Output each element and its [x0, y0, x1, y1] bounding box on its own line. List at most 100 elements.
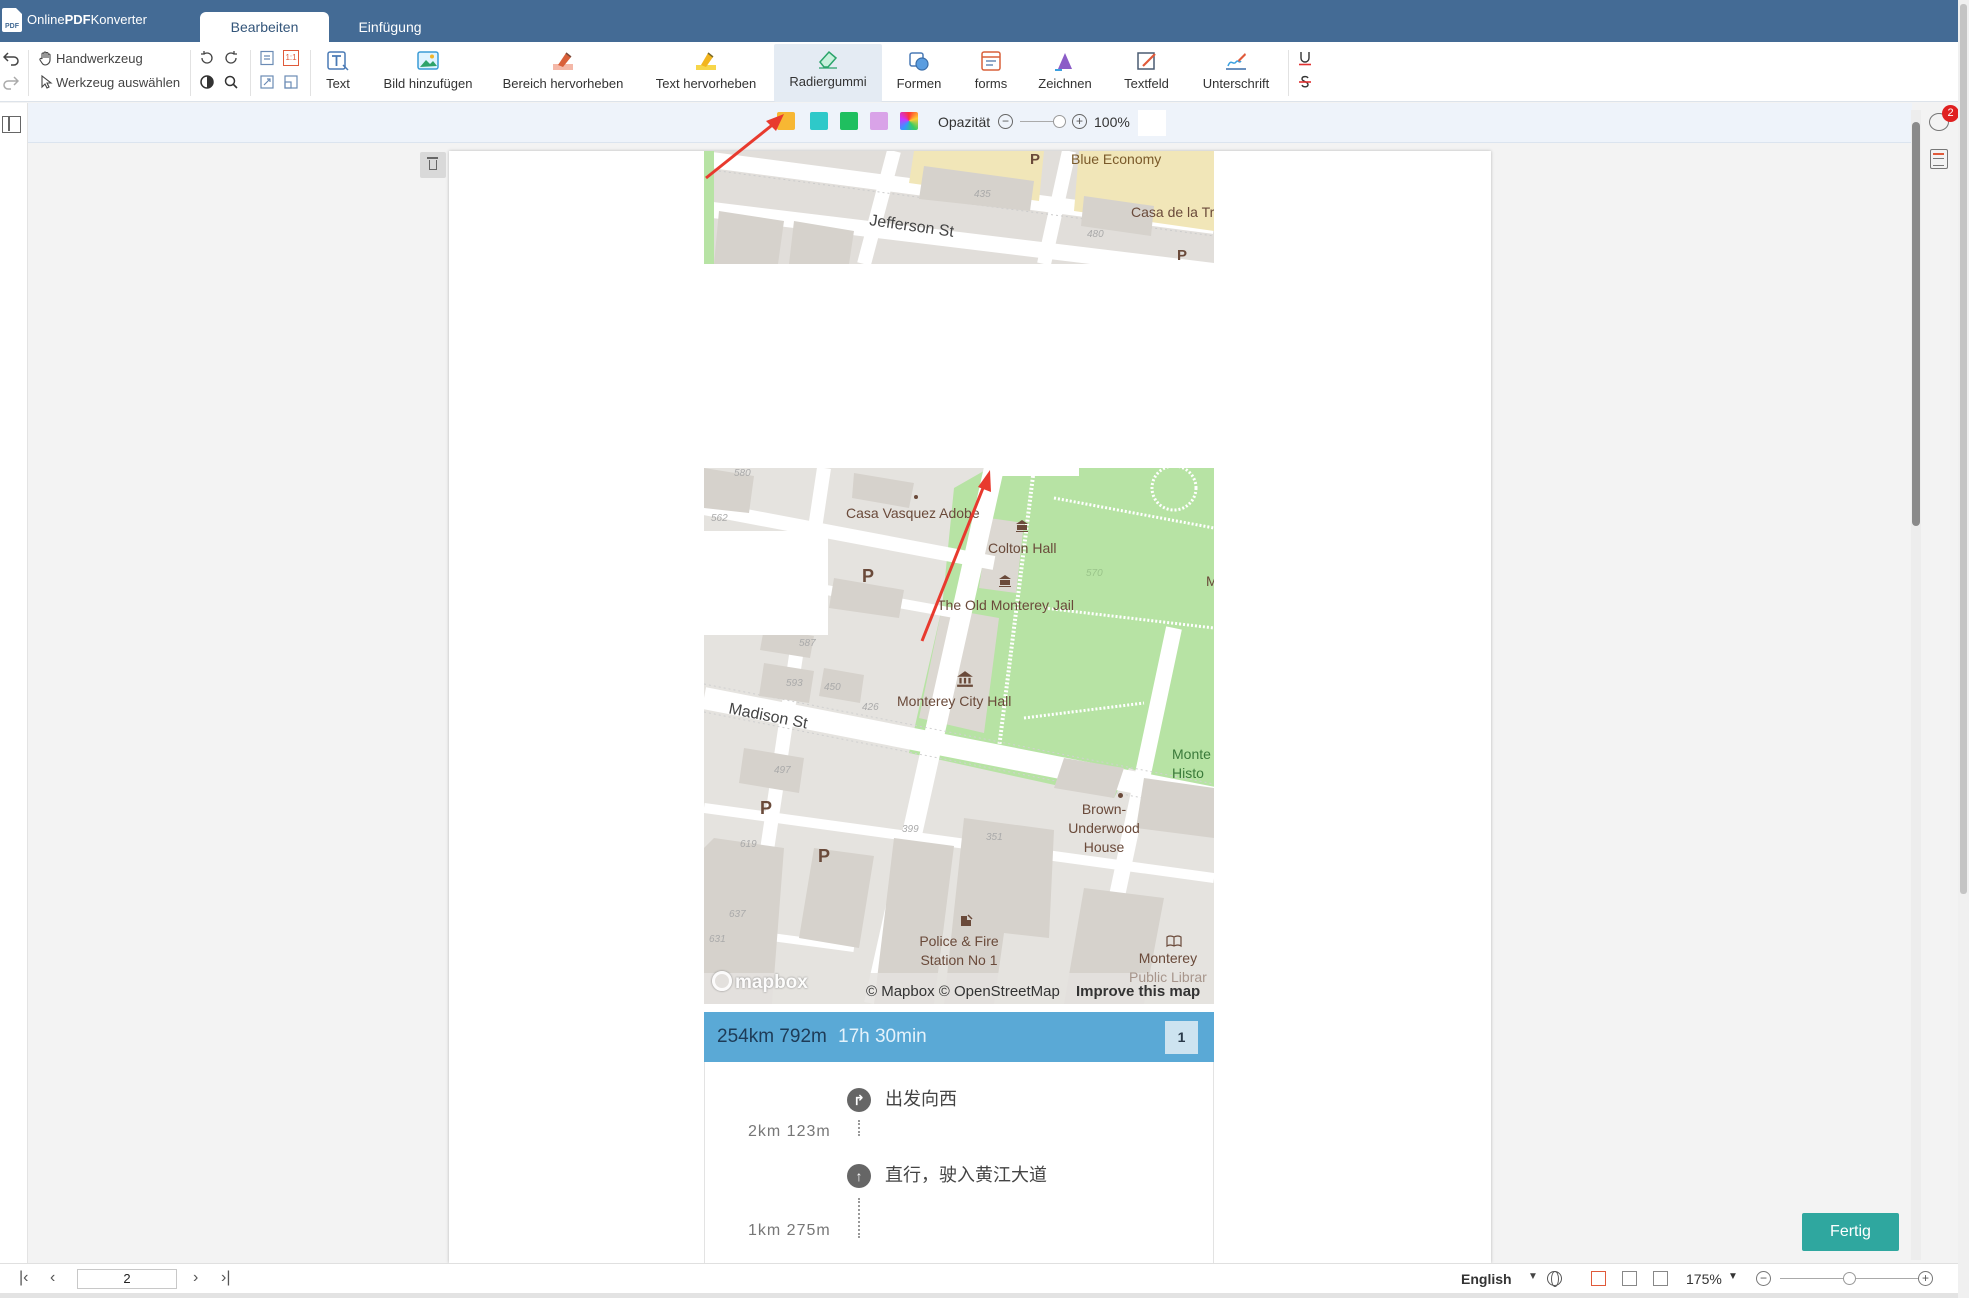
zoom-in-button[interactable]: +	[1918, 1271, 1933, 1286]
tool-shapes[interactable]: Formen	[893, 46, 945, 100]
globe-icon[interactable]	[1547, 1271, 1562, 1287]
fit-width-icon[interactable]	[283, 74, 299, 90]
tool-area-highlight[interactable]: Bereich hervorheben	[502, 46, 624, 100]
tool-signature-label: Unterschrift	[1202, 76, 1270, 91]
first-page-button[interactable]: |‹	[19, 1269, 28, 1287]
last-page-button[interactable]: ›|	[221, 1269, 230, 1287]
redo-icon[interactable]	[3, 74, 19, 90]
tool-text[interactable]: Text	[322, 46, 354, 100]
fullscreen-icon[interactable]	[1622, 1271, 1637, 1286]
previous-page-button[interactable]: ‹	[50, 1269, 55, 1287]
opacity-decrease-button[interactable]: −	[998, 114, 1013, 129]
map-label-brown-line2: Underwood	[1068, 820, 1140, 836]
app-title: OnlinePDFKonverter	[27, 12, 147, 27]
map-label-library-line1: Monterey	[1138, 950, 1198, 966]
search-icon[interactable]	[223, 74, 239, 90]
color-swatch-cyan[interactable]	[810, 112, 828, 130]
next-page-button[interactable]: ›	[193, 1269, 198, 1287]
map-label-brown-line1: Brown-	[1081, 801, 1127, 817]
improve-map-link[interactable]: Improve this map	[1076, 983, 1200, 1000]
color-swatch-lilac[interactable]	[870, 112, 888, 130]
tab-bearbeiten[interactable]: Bearbeiten	[200, 12, 329, 42]
contrast-icon[interactable]	[199, 74, 215, 90]
color-swatch-green[interactable]	[840, 112, 858, 130]
title-bar: PDF OnlinePDFKonverter Bearbeiten Einfüg…	[0, 0, 1958, 42]
map-label-587: 587	[799, 638, 816, 649]
map-label-old-monterey-jail: The Old Monterey Jail	[937, 597, 1074, 613]
app-title-bold: PDF	[64, 12, 91, 27]
rotate-left-icon[interactable]	[199, 50, 215, 66]
map-image-main: Casa Vasquez Adobe Colton Hall The Old M…	[704, 468, 1214, 1004]
color-picker-icon[interactable]	[900, 112, 918, 130]
language-select[interactable]: English	[1461, 1271, 1512, 1287]
status-bar: |‹ ‹ 2 › ›| English ▼ 175% ▼ − +	[0, 1263, 1958, 1293]
map-parking-label: P	[760, 798, 773, 818]
opacity-increase-button[interactable]: +	[1072, 114, 1087, 129]
tool-textfield-label: Textfeld	[1124, 76, 1169, 91]
expand-icon[interactable]	[259, 74, 275, 90]
tool-add-image-label: Bild hinzufügen	[383, 76, 473, 91]
color-preview-box[interactable]	[1138, 110, 1166, 136]
rotate-right-icon[interactable]	[223, 50, 239, 66]
map-parking-label: P	[862, 566, 875, 586]
sidebar-toggle-icon[interactable]	[2, 116, 21, 133]
map-label-blue-economy: Blue Economy	[1071, 151, 1162, 167]
page-number-input[interactable]: 2	[77, 1269, 177, 1289]
tool-text-label: Text	[326, 76, 350, 91]
museum-icon	[999, 575, 1011, 587]
opacity-label: Opazität	[938, 114, 991, 130]
document-scrollbar-thumb[interactable]	[1912, 122, 1920, 526]
fit-page-view-icon[interactable]	[1653, 1271, 1668, 1286]
draw-icon	[1055, 53, 1072, 71]
map-label-580: 580	[734, 468, 751, 479]
page-settings-icon[interactable]	[1930, 149, 1948, 169]
strikethrough-icon[interactable]	[1297, 74, 1313, 90]
app-title-plain: Online	[27, 12, 65, 27]
cursor-icon	[41, 74, 53, 89]
zoom-chevron-icon[interactable]: ▼	[1728, 1271, 1738, 1282]
tab-einfuegung[interactable]: Einfügung	[340, 12, 440, 42]
tool-add-image[interactable]: Bild hinzufügen	[377, 46, 479, 100]
map-label-637: 637	[729, 909, 746, 920]
map-parking-label: P	[818, 846, 831, 866]
hand-tool-button[interactable]: Handwerkzeug	[56, 51, 143, 66]
zoom-slider-handle[interactable]	[1843, 1272, 1856, 1285]
map-label-435: 435	[974, 189, 991, 200]
select-tool-button[interactable]: Werkzeug auswählen	[56, 75, 180, 90]
opacity-slider-handle[interactable]	[1053, 115, 1066, 128]
zoom-out-button[interactable]: −	[1756, 1271, 1771, 1286]
zoom-level[interactable]: 175%	[1686, 1271, 1722, 1287]
tool-eraser[interactable]: Radiergummi	[774, 44, 882, 102]
actual-size-view-icon[interactable]	[1591, 1271, 1606, 1286]
undo-icon[interactable]	[3, 50, 19, 66]
tool-text-highlight[interactable]: Text hervorheben	[652, 46, 760, 100]
route-time: 17h 30min	[838, 1026, 927, 1047]
done-button[interactable]: Fertig	[1802, 1213, 1899, 1251]
map-label-399: 399	[902, 824, 919, 835]
map-label-593: 593	[786, 678, 803, 689]
map-label-colton-hall: Colton Hall	[988, 540, 1057, 556]
map-poi-dot	[1118, 793, 1123, 798]
route-step-distance: 2km 123m	[748, 1123, 831, 1140]
tool-draw[interactable]: Zeichnen	[1034, 46, 1096, 100]
forms-icon	[981, 51, 1001, 71]
map-attribution[interactable]: © Mapbox © OpenStreetMap	[866, 983, 1060, 1000]
delete-page-button[interactable]	[420, 152, 446, 178]
underline-icon[interactable]	[1297, 50, 1313, 66]
actual-size-icon[interactable]: 1:1	[283, 50, 299, 66]
fit-page-icon[interactable]	[259, 50, 275, 66]
map-label-426: 426	[862, 702, 879, 713]
color-swatch-orange[interactable]	[777, 112, 795, 130]
tool-forms[interactable]: forms	[967, 46, 1015, 100]
map-label-631: 631	[709, 934, 726, 945]
route-distance: 254km 792m	[717, 1026, 827, 1047]
map-label-police-line2: Station No 1	[920, 952, 998, 968]
tool-signature[interactable]: Unterschrift	[1197, 46, 1275, 100]
chevron-down-icon[interactable]: ▼	[1528, 1271, 1538, 1282]
fire-station-icon	[961, 914, 973, 926]
turn-right-icon: ↱	[847, 1088, 871, 1112]
tool-textfield[interactable]: Textfeld	[1118, 46, 1175, 100]
window-scrollbar-thumb[interactable]	[1960, 4, 1967, 894]
map-label-450: 450	[824, 682, 841, 693]
map-label-monterey-city-hall: Monterey City Hall	[897, 693, 1012, 709]
